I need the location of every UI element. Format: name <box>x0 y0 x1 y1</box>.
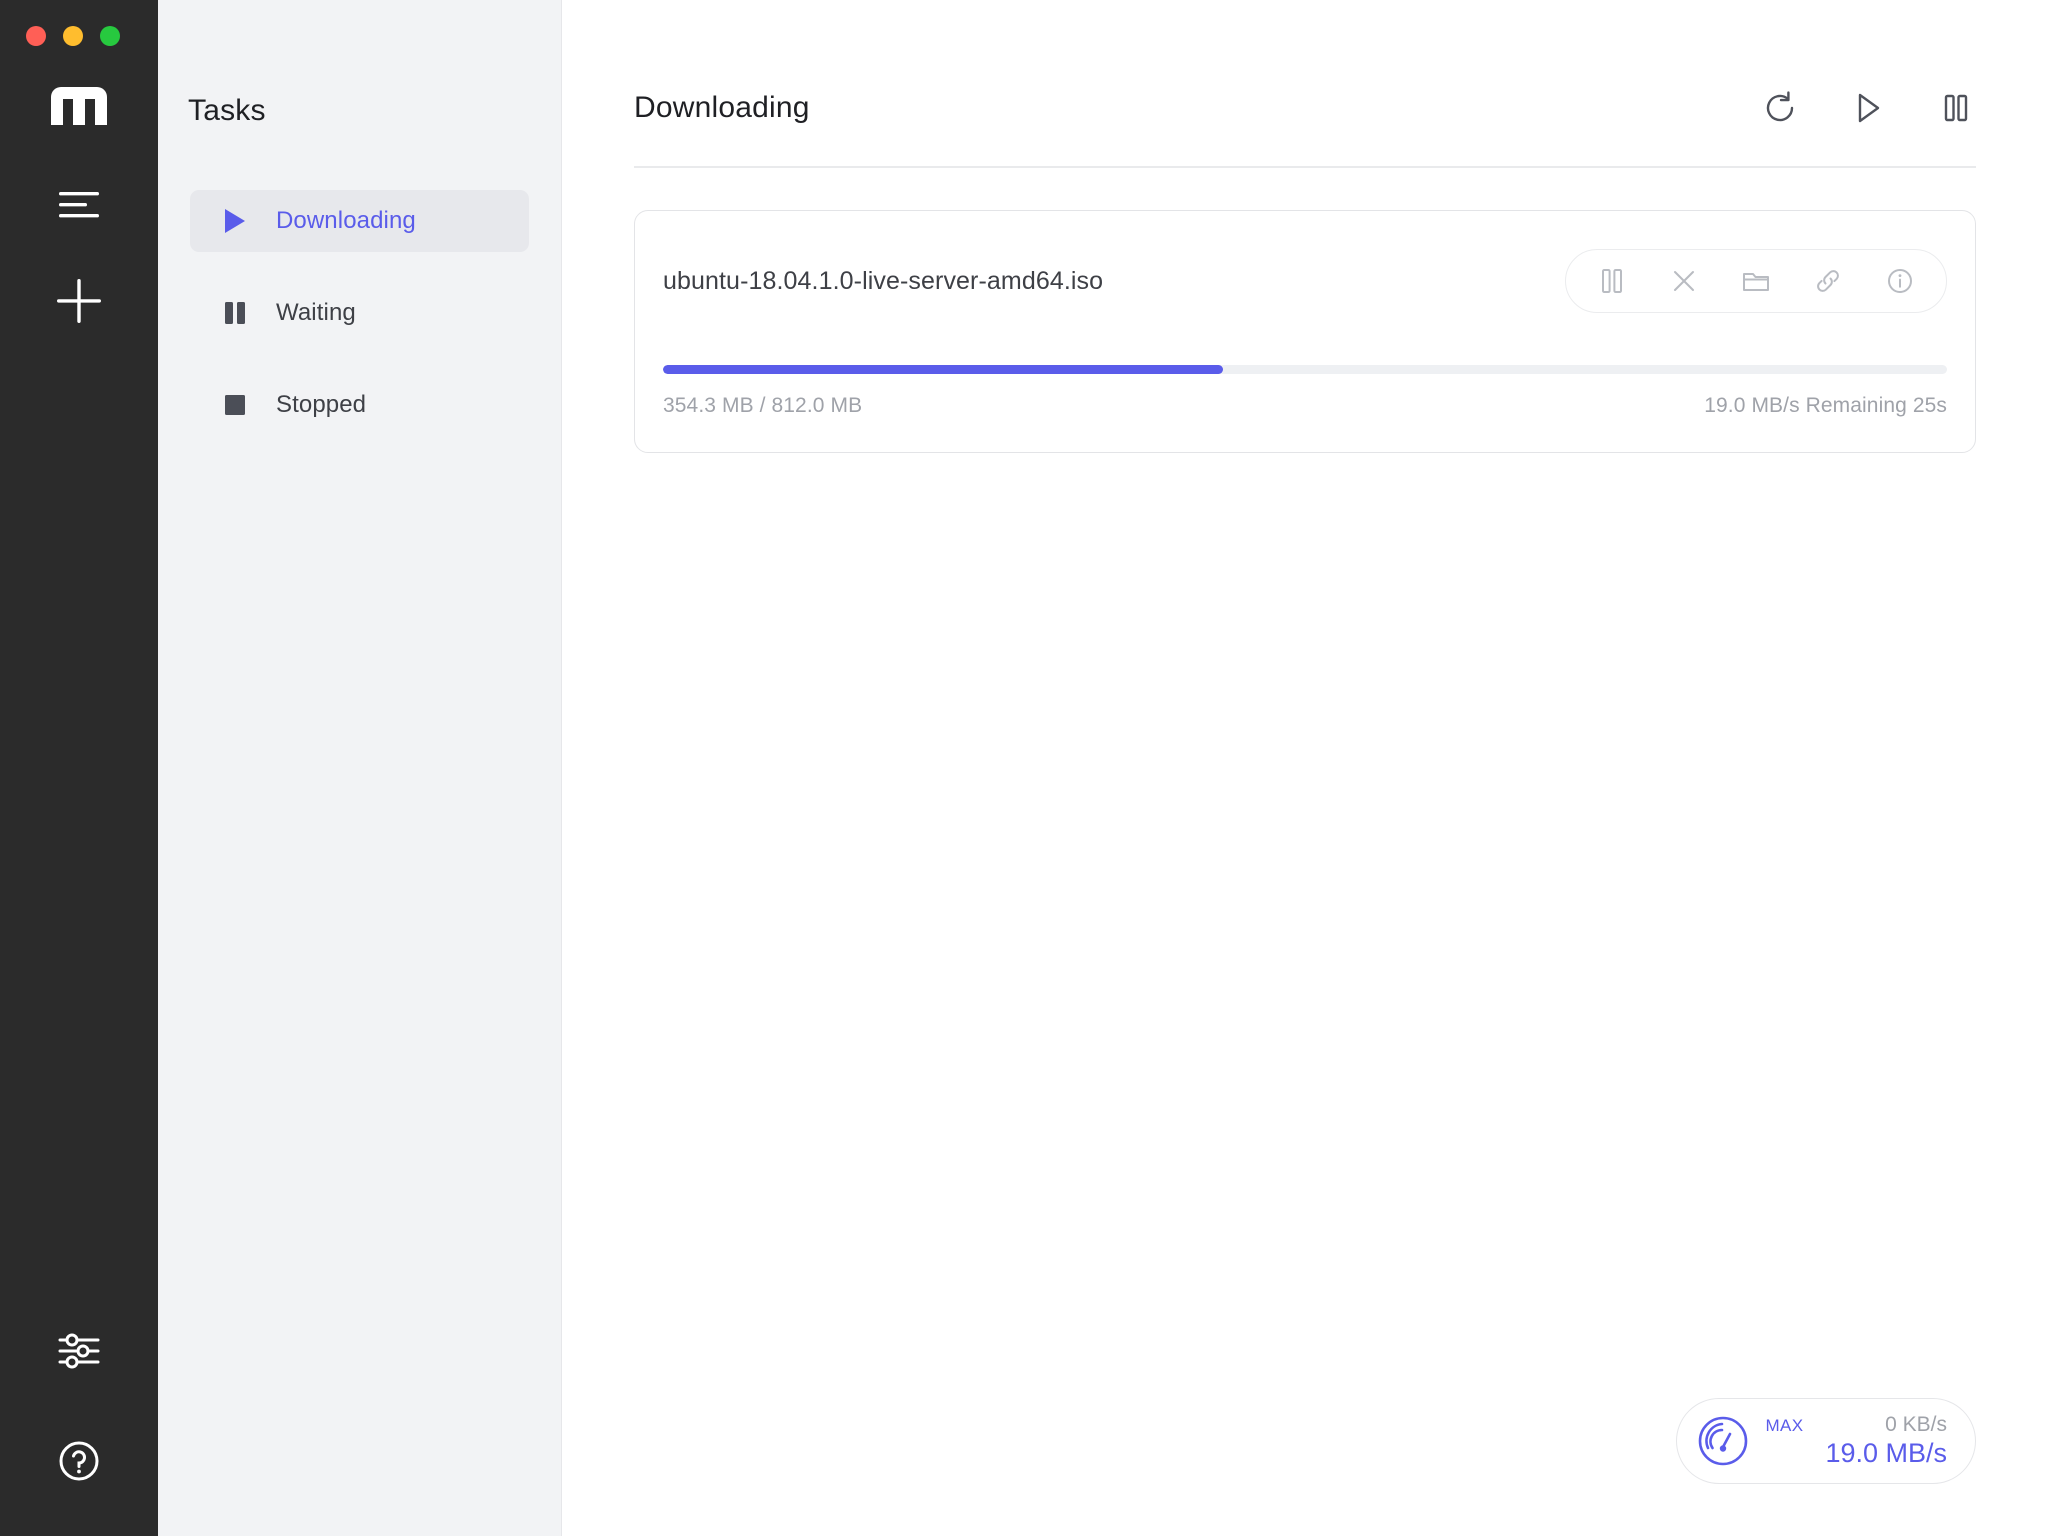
help-icon[interactable] <box>44 1426 114 1496</box>
page-title: Downloading <box>634 91 810 125</box>
main-header: Downloading <box>634 0 1976 128</box>
delete-button[interactable] <box>1648 256 1720 306</box>
close-window-button[interactable] <box>26 26 46 46</box>
play-icon <box>222 208 248 234</box>
download-speed-value: 19.0 MB/s <box>1825 1438 1947 1469</box>
speed-mode-label: MAX <box>1765 1416 1803 1436</box>
sidebar-item-label: Downloading <box>276 207 416 235</box>
task-stats-row: 354.3 MB / 812.0 MB 19.0 MB/s Remaining … <box>663 394 1947 418</box>
task-category-list: Downloading Waiting Stopped <box>158 190 561 436</box>
pause-icon <box>222 300 248 326</box>
task-action-toolbar <box>1565 249 1947 313</box>
task-file-name: ubuntu-18.04.1.0-live-server-amd64.iso <box>663 267 1103 296</box>
pause-all-button[interactable] <box>1936 88 1976 128</box>
minimize-window-button[interactable] <box>63 26 83 46</box>
speed-readouts: MAX 0 KB/s 19.0 MB/s <box>1765 1413 1947 1469</box>
speed-download-line: 19.0 MB/s <box>1765 1438 1947 1469</box>
window-traffic-lights <box>26 26 120 46</box>
left-rail <box>0 0 158 1536</box>
task-progress-bar <box>663 365 1947 374</box>
sidebar-item-label: Waiting <box>276 299 356 327</box>
download-task-card[interactable]: ubuntu-18.04.1.0-live-server-amd64.iso <box>634 210 1976 453</box>
motrix-logo-icon <box>46 82 112 128</box>
open-folder-button[interactable] <box>1720 256 1792 306</box>
refresh-button[interactable] <box>1760 88 1800 128</box>
resume-all-button[interactable] <box>1848 88 1888 128</box>
copy-link-button[interactable] <box>1792 256 1864 306</box>
add-task-icon[interactable] <box>44 266 114 336</box>
upload-speed-value: 0 KB/s <box>1885 1413 1947 1437</box>
pause-button[interactable] <box>1576 256 1648 306</box>
rail-bottom-group <box>0 1316 158 1496</box>
sidebar-item-label: Stopped <box>276 391 366 419</box>
header-actions <box>1760 88 1976 128</box>
task-progress-fill <box>663 365 1223 374</box>
speed-widget[interactable]: MAX 0 KB/s 19.0 MB/s <box>1676 1398 1976 1484</box>
maximize-window-button[interactable] <box>100 26 120 46</box>
speedometer-icon <box>1697 1415 1749 1467</box>
sidebar-item-waiting[interactable]: Waiting <box>190 282 529 344</box>
sidebar-item-stopped[interactable]: Stopped <box>190 374 529 436</box>
preferences-icon[interactable] <box>44 1316 114 1386</box>
info-button[interactable] <box>1864 256 1936 306</box>
header-divider <box>634 166 1976 168</box>
main-content: Downloading <box>562 0 2048 1536</box>
task-size-progress: 354.3 MB / 812.0 MB <box>663 394 862 418</box>
tasks-panel-title: Tasks <box>158 0 561 128</box>
sidebar-item-downloading[interactable]: Downloading <box>190 190 529 252</box>
menu-icon[interactable] <box>44 170 114 240</box>
tasks-panel: Tasks Downloading Waiting <box>158 0 562 1536</box>
app-window: Tasks Downloading Waiting <box>0 0 2048 1536</box>
speed-upload-line: MAX 0 KB/s <box>1765 1413 1947 1437</box>
task-speed-remaining: 19.0 MB/s Remaining 25s <box>1704 394 1947 418</box>
stop-icon <box>222 392 248 418</box>
task-card-top-row: ubuntu-18.04.1.0-live-server-amd64.iso <box>663 249 1947 313</box>
